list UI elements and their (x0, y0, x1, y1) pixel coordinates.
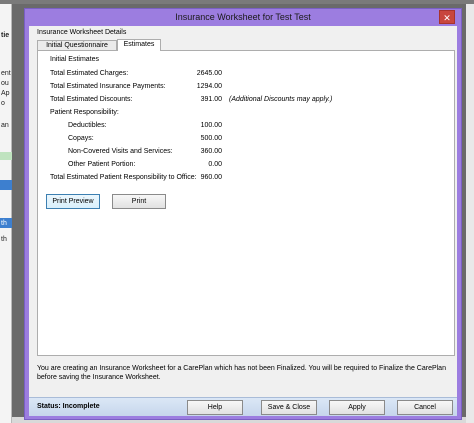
background-fragment: th (1, 220, 7, 227)
row-label: Total Estimated Insurance Payments: (50, 83, 166, 90)
row-label: Deductibles: (68, 122, 107, 129)
background-highlight (0, 180, 12, 190)
row-label: Patient Responsibility: (50, 109, 119, 116)
row-value: 360.00 (200, 148, 222, 155)
background-fragment: th (1, 236, 7, 243)
row-value: 100.00 (200, 122, 222, 129)
apply-button[interactable]: Apply (329, 400, 385, 415)
background-fragment: tie (1, 32, 10, 39)
row-label: Total Estimated Charges: (50, 70, 129, 77)
row-label: Copays: (68, 135, 94, 142)
insurance-worksheet-window: Insurance Worksheet for Test Test ✕ Insu… (24, 8, 462, 420)
status-text: Status: Incomplete (37, 403, 100, 410)
background-fragment: ou (1, 80, 9, 87)
print-preview-button[interactable]: Print Preview (46, 194, 100, 209)
background-top-bar (0, 0, 474, 4)
save-close-button[interactable]: Save & Close (261, 400, 317, 415)
background-fragment: ent (1, 70, 11, 77)
group-title: Insurance Worksheet Details (37, 29, 127, 36)
row-value: 500.00 (200, 135, 222, 142)
row-label: Other Patient Portion: (68, 161, 136, 168)
discount-note: (Additional Discounts may apply.) (229, 96, 333, 103)
print-button[interactable]: Print (112, 194, 166, 209)
row-label: Non-Covered Visits and Services: (68, 148, 173, 155)
dialog-client-area: Insurance Worksheet Details Initial Ques… (29, 26, 457, 416)
title-bar[interactable]: Insurance Worksheet for Test Test ✕ (25, 9, 461, 26)
row-value: 2645.00 (196, 70, 222, 77)
background-fragment: Ap (1, 90, 10, 97)
finalize-notice: You are creating an Insurance Worksheet … (37, 365, 446, 381)
tab-initial-questionnaire[interactable]: Initial Questionnaire (37, 40, 117, 50)
background-highlight (0, 152, 12, 160)
row-value: 0.00 (208, 161, 222, 168)
row-value: 960.00 (200, 174, 222, 181)
cancel-button[interactable]: Cancel (397, 400, 453, 415)
row-label: Total Estimated Discounts: (50, 96, 133, 103)
section-label: Initial Estimates (50, 56, 100, 63)
close-button[interactable]: ✕ (439, 10, 455, 24)
status-bar: Status: Incomplete Help Save & Close App… (29, 397, 457, 416)
close-icon: ✕ (443, 13, 451, 23)
window-title: Insurance Worksheet for Test Test (175, 12, 311, 22)
tab-estimates[interactable]: Estimates (117, 39, 161, 51)
background-app-strip: tie ent ou Ap o an th th (0, 4, 12, 423)
background-app-strip-right (466, 4, 474, 423)
help-button[interactable]: Help (187, 400, 243, 415)
background-fragment: o (1, 100, 5, 107)
estimates-panel: Initial Estimates Total Estimated Charge… (37, 50, 455, 356)
background-fragment: an (1, 122, 9, 129)
row-value: 391.00 (200, 96, 222, 103)
row-value: 1294.00 (196, 83, 222, 90)
